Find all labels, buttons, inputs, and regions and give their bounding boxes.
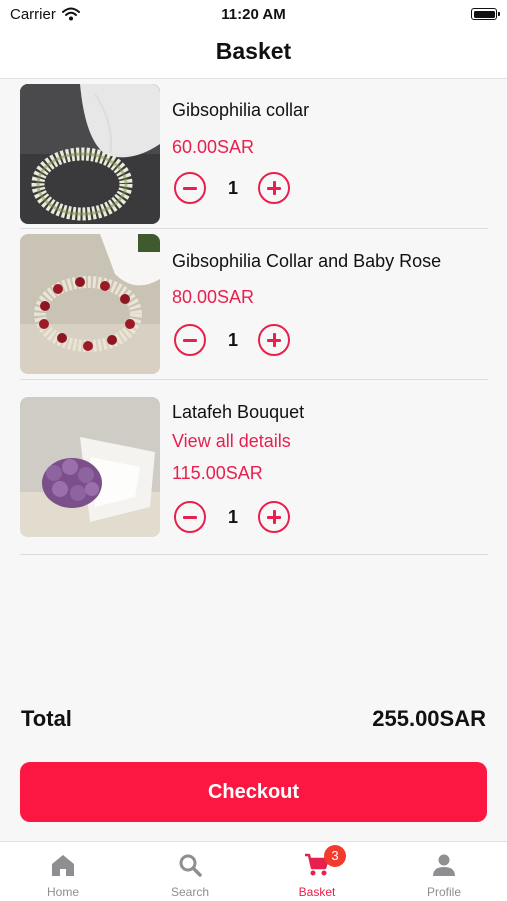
total-label: Total [21, 706, 72, 731]
checkout-button[interactable]: Checkout [20, 762, 487, 822]
quantity-value: 1 [227, 330, 238, 350]
decrease-quantity-button[interactable] [174, 172, 206, 204]
battery-icon [471, 8, 500, 20]
page-title: Basket [215, 38, 292, 64]
item-name: Gibsophilia Collar and Baby Rose [172, 251, 442, 271]
increase-quantity-button[interactable] [258, 172, 290, 204]
tab-label: Profile [426, 885, 461, 899]
total-value: 255.00SAR [372, 706, 486, 731]
basket-item: Gibsophilia Collar and Baby Rose 80.00SA… [20, 229, 488, 380]
clock: 11:20 AM [221, 6, 286, 23]
quantity-stepper: 1 [172, 172, 302, 208]
product-image[interactable] [20, 234, 160, 374]
tab-profile[interactable]: Profile [381, 842, 507, 901]
decrease-quantity-button[interactable] [174, 501, 206, 533]
person-icon [433, 854, 455, 876]
tab-label: Basket [298, 885, 336, 899]
tab-label: Search [170, 885, 210, 899]
product-image[interactable] [20, 397, 160, 537]
item-name: Latafeh Bouquet [172, 402, 305, 422]
basket-item: Latafeh Bouquet View all details 115.00S… [20, 380, 488, 555]
view-details-link[interactable]: View all details [172, 431, 291, 452]
quantity-stepper: 1 [172, 501, 302, 537]
increase-quantity-button[interactable] [258, 501, 290, 533]
item-price: 60.00SAR [172, 137, 255, 157]
status-bar: Carrier 11:20 AM [0, 0, 507, 30]
product-image[interactable] [20, 84, 160, 224]
nav-bar: Basket [0, 30, 507, 79]
item-price: 115.00SAR [172, 463, 263, 483]
quantity-stepper: 1 [172, 324, 302, 360]
tab-bar: Home Search 3 Basket Profile [0, 841, 507, 901]
item-price: 80.00SAR [172, 287, 255, 307]
tab-home[interactable]: Home [0, 842, 126, 901]
cart-count-badge: 3 [324, 845, 346, 867]
tab-label: Home [46, 885, 79, 899]
decrease-quantity-button[interactable] [174, 324, 206, 356]
item-name: Gibsophilia collar [172, 100, 310, 120]
increase-quantity-button[interactable] [258, 324, 290, 356]
tab-basket[interactable]: 3 Basket [254, 842, 380, 901]
quantity-value: 1 [227, 178, 238, 198]
tab-search[interactable]: Search [127, 842, 253, 901]
search-icon [179, 854, 202, 877]
quantity-value: 1 [227, 507, 238, 527]
home-icon [52, 855, 74, 876]
basket-item: Gibsophilia collar 60.00SAR 1 [20, 79, 488, 229]
